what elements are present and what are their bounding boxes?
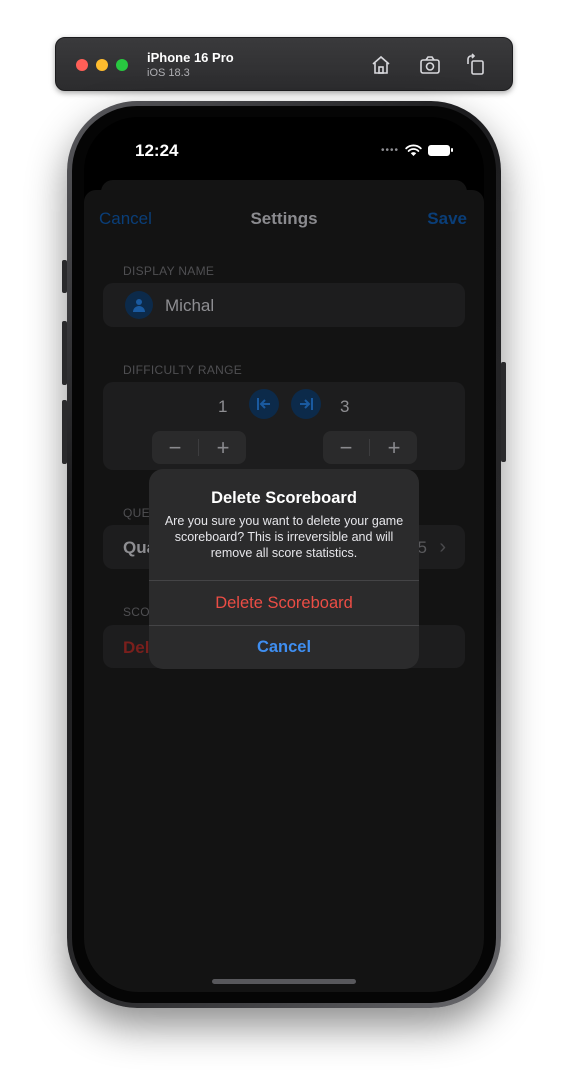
simulator-toolbar: iPhone 16 Pro iOS 18.3 [55,37,513,91]
difficulty-min-stepper[interactable]: − + [152,431,246,464]
display-name-header: DISPLAY NAME [123,264,215,278]
jump-to-end-icon[interactable] [291,389,321,419]
display-name-row[interactable]: Michal [103,283,465,327]
status-time: 12:24 [135,141,179,160]
alert-title: Delete Scoreboard [211,489,357,507]
alert-delete-button[interactable]: Delete Scoreboard [149,581,419,625]
power-button [501,362,506,462]
page-title: Settings [250,209,318,228]
alert-message: Are you sure you want to delete your gam… [164,514,404,560]
min-increment-button[interactable]: + [200,431,246,464]
min-decrement-button[interactable]: − [152,431,198,464]
wifi-icon [405,144,422,156]
delete-scoreboard-row-label: Del [123,638,150,657]
device-name: iPhone 16 Pro [147,50,234,65]
battery-icon [428,145,453,156]
os-version: iOS 18.3 [147,67,190,79]
zoom-window-button[interactable] [116,59,128,71]
delete-scoreboard-alert: Delete Scoreboard Are you sure you want … [149,469,419,669]
status-indicators: •••• [380,144,453,157]
minimize-window-button[interactable] [96,59,108,71]
close-window-button[interactable] [76,59,88,71]
difficulty-min-value: 1 [218,397,228,416]
scoreboard-header: SCO [123,605,150,619]
cellular-signal-icon: •••• [380,145,399,156]
rotate-icon[interactable] [464,53,488,77]
action-button [62,260,67,293]
volume-down-button [62,400,67,464]
display-name-value[interactable]: Michal [165,296,214,316]
difficulty-max-value: 3 [340,397,350,416]
home-icon[interactable] [369,53,393,77]
max-increment-button[interactable]: + [371,431,417,464]
nav-save-button[interactable]: Save [427,209,467,229]
difficulty-max-stepper[interactable]: − + [323,431,417,464]
questions-header: QUE [123,506,150,520]
home-indicator[interactable] [212,979,356,984]
person-icon [125,291,153,319]
phone-screen: 12:24 •••• Cancel Settings Save DISPLAY … [84,117,484,992]
chevron-right-icon: › [439,536,446,558]
max-decrement-button[interactable]: − [323,431,369,464]
difficulty-range-header: DIFFICULTY RANGE [123,363,243,377]
volume-up-button [62,321,67,385]
jump-to-start-icon[interactable] [249,389,279,419]
screenshot-icon[interactable] [418,53,442,77]
difficulty-range-group: 1 3 − + − + [103,382,465,470]
alert-cancel-button[interactable]: Cancel [149,626,419,669]
